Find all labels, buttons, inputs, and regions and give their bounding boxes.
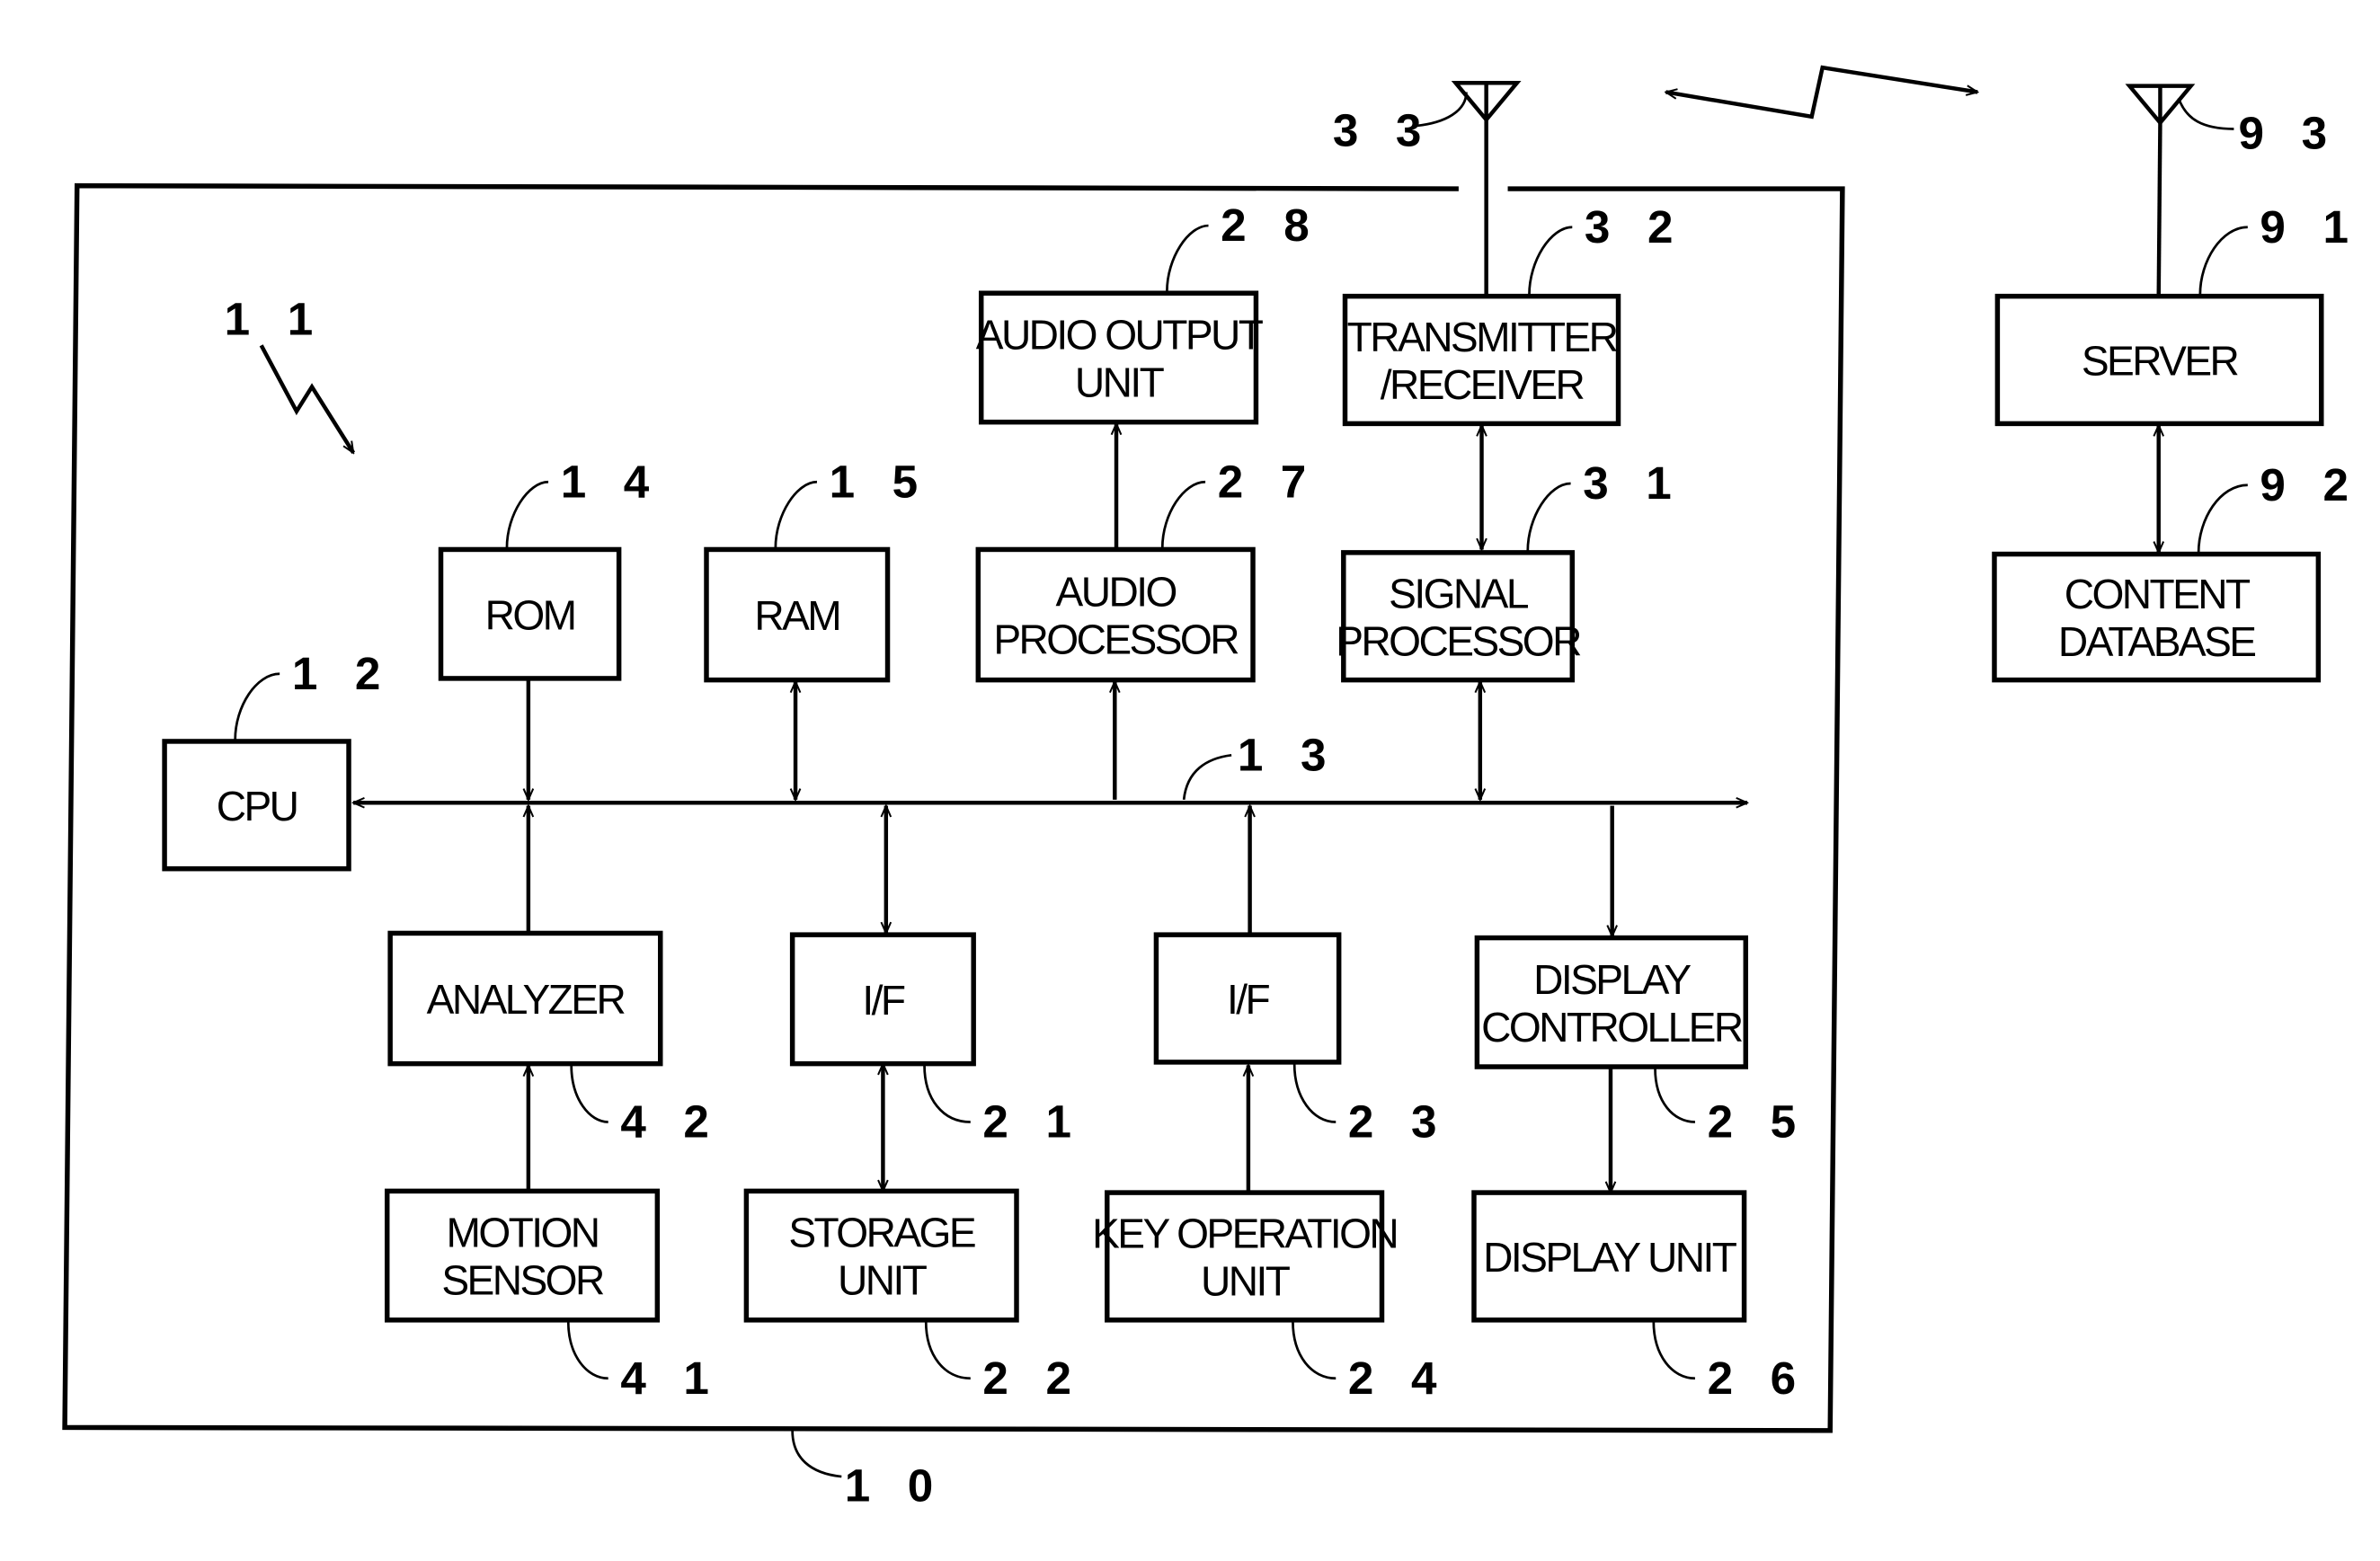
leader-line (570, 1065, 608, 1123)
leader-line (1160, 480, 1206, 548)
block-analyzer: ANALYZER (387, 930, 663, 1067)
reference-numeral: 9 1 (2260, 201, 2360, 253)
reference-numeral: 2 7 (1218, 456, 1319, 507)
reference-numeral: 2 4 (1348, 1353, 1449, 1404)
reference-numeral: 2 3 (1348, 1096, 1449, 1148)
block-label: I/F (862, 977, 904, 1024)
block-label: UNIT (838, 1257, 928, 1304)
block-label: UNIT (1075, 359, 1165, 406)
block-server: SERVER (1994, 293, 2324, 427)
leader-line (1292, 1321, 1337, 1380)
reference-numeral-bus: 1 3 (1238, 729, 1338, 780)
reference-numeral: 1 5 (830, 456, 930, 507)
antenna-icon (2125, 84, 2196, 297)
leader-line (791, 1430, 842, 1478)
leader-line (234, 672, 280, 741)
block-label: TRANSMITTER (1347, 314, 1618, 360)
reference-numeral: 4 2 (620, 1096, 721, 1148)
block-motion-sensor: MOTIONSENSOR (385, 1188, 661, 1323)
block-if-key: I/F (1153, 932, 1342, 1065)
block-if-storage: I/F (789, 932, 976, 1067)
block-cpu: CPU (162, 739, 351, 872)
block-label: PROCESSOR (993, 616, 1239, 663)
block-label: DATABASE (2058, 618, 2255, 665)
reference-numeral: 2 8 (1221, 200, 1321, 251)
leader-line (1526, 482, 1571, 552)
reference-numeral: 1 4 (561, 456, 662, 507)
block-diagram: CPUROM RAMAUDIOPROCESSORAUDIO OUTPUTUNITS… (62, 65, 2360, 1511)
device-indicator-arrow (259, 344, 356, 453)
leader-line (566, 1321, 608, 1380)
block-label: /RECEIVER (1381, 361, 1585, 408)
block-label: MOTION (447, 1210, 599, 1256)
leader-line (2197, 483, 2248, 553)
reference-numeral: 3 1 (1583, 457, 1683, 509)
wireless-link (1665, 65, 1977, 120)
block-audio-processor: AUDIOPROCESSOR (975, 546, 1256, 683)
block-display-unit: DISPLAY UNIT (1471, 1190, 1747, 1323)
block-label: CONTENT (2065, 571, 2251, 617)
leader-line (1166, 224, 1209, 292)
block-label: SERVER (2082, 338, 2239, 385)
block-label: AUDIO OUTPUT (976, 312, 1264, 359)
leader-line (1182, 753, 1232, 800)
block-label: SIGNAL (1389, 570, 1529, 616)
reference-numeral: 2 6 (1708, 1353, 1808, 1404)
leader-line (2198, 226, 2248, 295)
block-label: RAM (754, 592, 839, 639)
block-transmitter: TRANSMITTER/RECEIVER (1342, 293, 1621, 427)
leader-line (924, 1321, 971, 1380)
reference-numeral: 4 1 (620, 1353, 721, 1404)
block-content-db: CONTENTDATABASE (1992, 551, 2322, 683)
reference-numeral: 2 5 (1708, 1096, 1808, 1148)
block-label: STORAGE (788, 1210, 974, 1256)
block-label: DISPLAY (1533, 956, 1691, 1003)
block-label: SENSOR (441, 1257, 604, 1304)
block-audio-output: AUDIO OUTPUTUNIT (976, 290, 1265, 425)
block-label: KEY OPERATION (1092, 1211, 1397, 1257)
leader-line (923, 1065, 971, 1123)
block-label: I/F (1227, 976, 1269, 1023)
block-display-controller: DISPLAYCONTROLLER (1474, 935, 1749, 1069)
connections (528, 423, 2159, 1193)
leader-line (1654, 1068, 1695, 1123)
reference-numeral: 1 2 (292, 648, 393, 699)
reference-numeral: 2 2 (982, 1353, 1083, 1404)
reference-numeral: 9 2 (2260, 459, 2360, 510)
reference-numeral: 2 1 (982, 1096, 1083, 1148)
leader-line (1652, 1321, 1695, 1380)
block-ram: RAM (704, 546, 891, 683)
leader-line (774, 480, 818, 548)
block-label: CONTROLLER (1481, 1004, 1743, 1051)
leader-line (1528, 226, 1573, 295)
block-label: CPU (217, 783, 298, 829)
block-label: AUDIO (1056, 569, 1177, 616)
block-label: UNIT (1201, 1258, 1291, 1305)
block-label: ROM (485, 591, 575, 638)
reference-numeral-antenna: 3 3 (1333, 104, 1434, 155)
block-label: ANALYZER (427, 976, 626, 1023)
block-label: DISPLAY UNIT (1483, 1234, 1737, 1281)
reference-numeral-device-arrow: 1 1 (225, 293, 325, 344)
block-storage: STORAGEUNIT (743, 1188, 1019, 1323)
reference-numeral-device: 1 0 (845, 1459, 946, 1511)
leader-line (2177, 97, 2234, 130)
block-rom: ROM (438, 546, 622, 681)
leader-line (505, 480, 549, 548)
block-signal-processor: SIGNALPROCESSOR (1336, 550, 1584, 683)
block-key-operation: KEY OPERATIONUNIT (1092, 1190, 1399, 1323)
leader-line (1292, 1063, 1337, 1123)
reference-numeral-antenna: 9 3 (2239, 108, 2340, 159)
block-label: PROCESSOR (1336, 617, 1581, 664)
reference-numeral: 3 2 (1585, 201, 1685, 253)
